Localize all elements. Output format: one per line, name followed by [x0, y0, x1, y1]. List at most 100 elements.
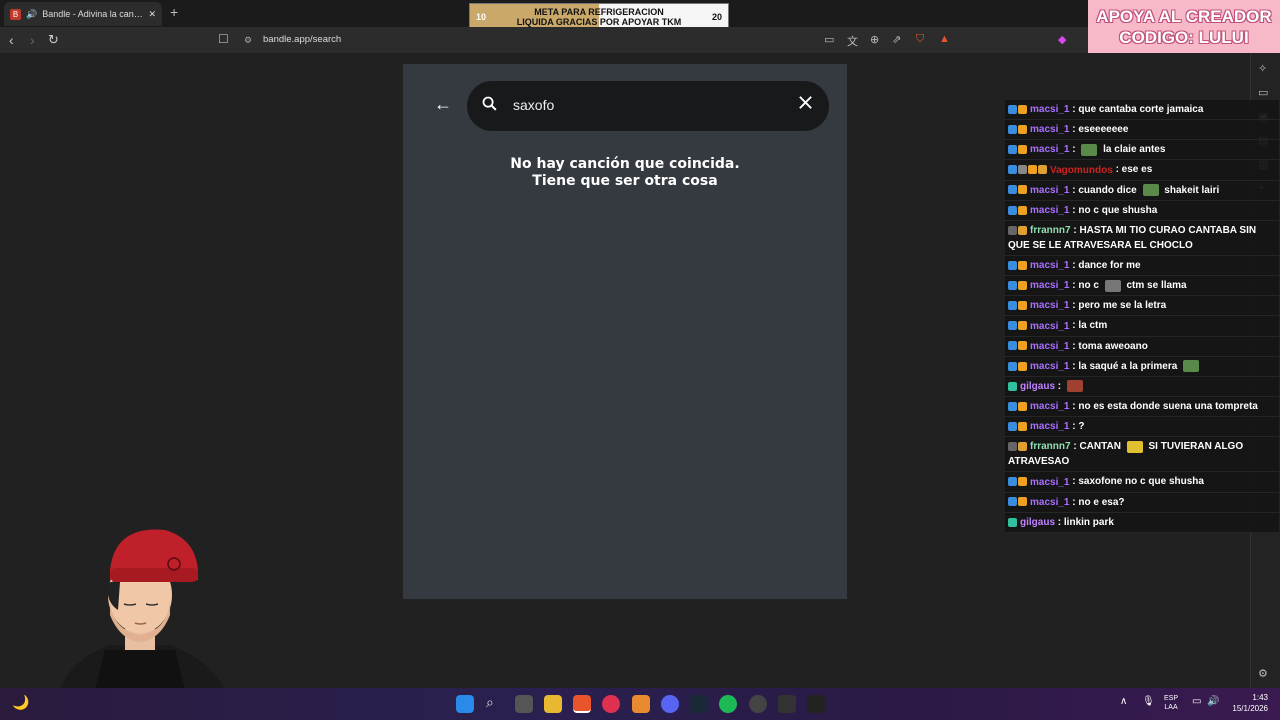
- new-tab-button[interactable]: +: [170, 4, 178, 20]
- sidebar-reading-icon[interactable]: ▭: [1258, 86, 1268, 99]
- bandle-app-panel: [403, 64, 847, 599]
- chat-message: Vagomundos : ese es: [1005, 160, 1279, 181]
- zoom-icon[interactable]: ⊕: [870, 33, 879, 46]
- chat-username[interactable]: macsi_1: [1030, 104, 1069, 115]
- browser-tab[interactable]: B 🔊 Bandle - Adivina la canción, u ✕: [4, 2, 162, 26]
- share-icon[interactable]: ⇗: [892, 33, 901, 46]
- no-match-hint: Tiene que ser otra cosa: [532, 173, 718, 189]
- chat-text: : ?: [1069, 421, 1085, 433]
- brave-shield-icon[interactable]: ⛉: [916, 33, 924, 46]
- chat-username[interactable]: macsi_1: [1030, 205, 1069, 216]
- epic-games-icon[interactable]: [807, 695, 825, 713]
- chat-message: macsi_1 : eseeeeeee: [1005, 120, 1279, 141]
- back-arrow-icon[interactable]: ←: [434, 94, 452, 115]
- brave-rewards-icon[interactable]: ▲: [939, 33, 950, 45]
- start-icon[interactable]: [456, 695, 474, 713]
- chat-username[interactable]: macsi_1: [1030, 401, 1069, 412]
- reload-icon[interactable]: ↻: [48, 32, 59, 48]
- cast-icon[interactable]: ▭: [824, 33, 834, 46]
- chat-emote-icon: [1126, 440, 1143, 453]
- media-player-icon[interactable]: [602, 695, 620, 713]
- chat-badges-icon: [1008, 515, 1018, 530]
- chat-badges-icon: [1008, 359, 1028, 374]
- brave-browser-icon[interactable]: [573, 695, 591, 713]
- chat-username[interactable]: macsi_1: [1030, 321, 1069, 332]
- creator-code-banner: APOYA AL CREADOR CODIGO: LULUI: [1088, 0, 1280, 53]
- chat-username[interactable]: frrannn7: [1030, 225, 1071, 236]
- chat-text: :: [1069, 144, 1079, 156]
- forward-nav-icon[interactable]: ›: [30, 32, 35, 48]
- chat-badges-icon: [1008, 142, 1028, 157]
- chat-username[interactable]: macsi_1: [1030, 124, 1069, 135]
- bookmark-icon[interactable]: ☐: [218, 32, 229, 46]
- chat-badges-icon: [1008, 258, 1028, 273]
- chat-username[interactable]: macsi_1: [1030, 260, 1069, 271]
- chat-text: la claie antes: [1100, 144, 1166, 156]
- chat-username[interactable]: macsi_1: [1030, 300, 1069, 311]
- chat-username[interactable]: macsi_1: [1030, 185, 1069, 196]
- network-icon[interactable]: ▭: [1192, 696, 1201, 707]
- file-explorer-icon[interactable]: [544, 695, 562, 713]
- discord-icon[interactable]: [661, 695, 679, 713]
- chat-message: macsi_1 : pero me se la letra: [1005, 296, 1279, 317]
- url-field[interactable]: bandle.app/search: [263, 34, 341, 45]
- chat-message: frrannn7 : CANTAN SI TUVIERAN ALGO ATRAV…: [1005, 437, 1279, 473]
- chat-username[interactable]: macsi_1: [1030, 497, 1069, 508]
- task-view-icon[interactable]: [515, 695, 533, 713]
- chat-message: macsi_1 : la ctm: [1005, 316, 1279, 337]
- extension-icon[interactable]: ◆: [1058, 33, 1066, 46]
- chat-emote-icon: [1104, 279, 1121, 292]
- speaker-icon: 🔊: [26, 8, 38, 19]
- weather-moon-icon[interactable]: 🌙: [12, 694, 29, 711]
- chat-username[interactable]: gilgaus: [1020, 381, 1055, 392]
- chat-text: : no c que shusha: [1069, 204, 1158, 216]
- chat-emote-icon: [1066, 380, 1083, 393]
- clear-search-icon[interactable]: [797, 94, 814, 116]
- app-icon[interactable]: [778, 695, 796, 713]
- volume-icon[interactable]: 🔊: [1207, 696, 1219, 707]
- chat-username[interactable]: macsi_1: [1030, 361, 1069, 372]
- chat-badges-icon: [1008, 183, 1028, 198]
- chat-username[interactable]: Vagomundos: [1050, 165, 1113, 176]
- obs-icon[interactable]: [749, 695, 767, 713]
- spotify-icon[interactable]: [719, 695, 737, 713]
- steam-icon[interactable]: [690, 695, 708, 713]
- chat-username[interactable]: frrannn7: [1030, 441, 1071, 452]
- chat-text: : saxofone no c que shusha: [1069, 476, 1204, 488]
- back-nav-icon[interactable]: ‹: [9, 32, 14, 48]
- goal-min: 10: [476, 12, 487, 22]
- chat-text: : CANTAN: [1070, 441, 1124, 453]
- streamlabs-icon[interactable]: [632, 695, 650, 713]
- site-info-icon[interactable]: ⚙: [244, 35, 252, 46]
- chat-text: : linkin park: [1055, 516, 1114, 528]
- system-clock[interactable]: 1:43 15/1/2026: [1224, 692, 1268, 714]
- stream-chat: macsi_1 : que cantaba corte jamaica macsi…: [1005, 100, 1279, 533]
- leo-ai-icon[interactable]: ✧: [1258, 62, 1267, 75]
- chat-message: macsi_1 : que cantaba corte jamaica: [1005, 100, 1279, 121]
- chat-text: : no c: [1069, 280, 1102, 292]
- show-hidden-icons-icon[interactable]: ∧: [1120, 696, 1127, 707]
- microphone-icon[interactable]: 🎙: [1142, 696, 1155, 707]
- chat-username[interactable]: macsi_1: [1030, 477, 1069, 488]
- chat-text: : no e esa?: [1069, 496, 1125, 508]
- chat-username[interactable]: macsi_1: [1030, 144, 1069, 155]
- chat-text: : la saqué a la primera: [1069, 360, 1181, 372]
- chat-message: macsi_1 : la claie antes: [1005, 140, 1279, 161]
- chat-message: macsi_1 : dance for me: [1005, 255, 1279, 277]
- translate-icon[interactable]: 文: [847, 33, 858, 49]
- no-match-message: No hay canción que coincida.: [510, 156, 740, 172]
- chat-username[interactable]: macsi_1: [1030, 280, 1069, 291]
- close-tab-icon[interactable]: ✕: [148, 9, 156, 20]
- chat-text: shakeit lairi: [1161, 184, 1220, 196]
- language-indicator[interactable]: ESP LAA: [1164, 694, 1178, 712]
- sidebar-settings-icon[interactable]: ⚙: [1258, 667, 1268, 680]
- chat-username[interactable]: macsi_1: [1030, 421, 1069, 432]
- taskbar-search-icon[interactable]: ⌕: [486, 694, 494, 711]
- chat-message: macsi_1 : ?: [1005, 417, 1279, 438]
- chat-text: ctm se llama: [1123, 280, 1187, 292]
- chat-username[interactable]: macsi_1: [1030, 341, 1069, 352]
- search-input[interactable]: saxofo: [513, 97, 554, 113]
- chat-badges-icon: [1008, 122, 1028, 137]
- chat-username[interactable]: gilgaus: [1020, 517, 1055, 528]
- streamer-avatar: [40, 520, 240, 690]
